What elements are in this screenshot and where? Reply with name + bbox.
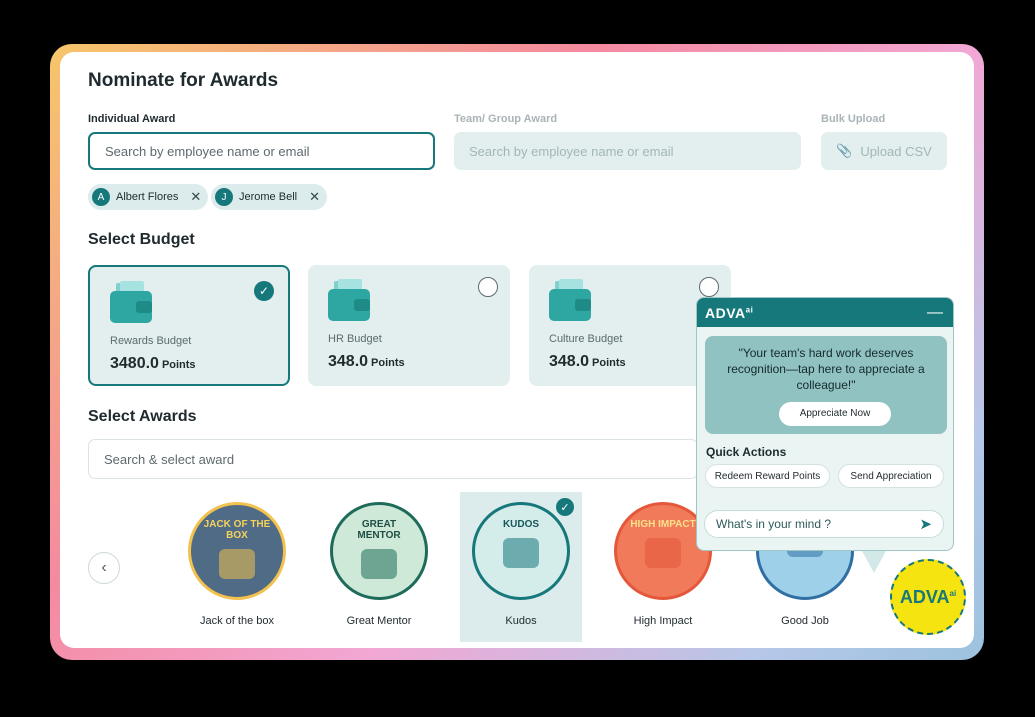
budget-radio[interactable] bbox=[699, 277, 719, 297]
redeem-reward-points-button[interactable]: Redeem Reward Points bbox=[705, 464, 830, 488]
award-name: Jack of the box bbox=[200, 615, 274, 627]
award-name: Great Mentor bbox=[346, 615, 412, 627]
selected-check-icon: ✓ bbox=[254, 281, 274, 301]
individual-award-label[interactable]: Individual Award bbox=[88, 113, 175, 125]
chevron-left-icon: ‹ bbox=[101, 559, 107, 576]
award-illustration-icon bbox=[503, 538, 539, 568]
assistant-message-text: "Your team's hard work deserves recognit… bbox=[727, 346, 925, 392]
upload-csv-label: Upload CSV bbox=[860, 143, 932, 159]
award-badge: JACK OF THE BOX bbox=[188, 502, 286, 600]
award-badge-text: HIGH IMPACT bbox=[630, 519, 696, 530]
selected-check-icon: ✓ bbox=[556, 498, 574, 516]
individual-search-input[interactable]: Search by employee name or email bbox=[88, 132, 435, 170]
budget-name: Rewards Budget bbox=[110, 335, 192, 347]
select-awards-heading: Select Awards bbox=[88, 408, 197, 425]
award-badge-text: JACK OF THE BOX bbox=[203, 519, 271, 541]
wallet-icon bbox=[549, 279, 591, 321]
award-card[interactable]: KUDOS ✓ Kudos bbox=[460, 492, 582, 642]
budget-value: 348.0 Points bbox=[328, 353, 405, 370]
paperclip-icon: 📎 bbox=[836, 143, 853, 158]
wallet-icon bbox=[110, 281, 152, 323]
chat-header: ADVAai — bbox=[697, 298, 953, 327]
award-name: Kudos bbox=[505, 615, 537, 627]
avatar: A bbox=[92, 188, 110, 206]
send-icon[interactable]: ➤ bbox=[919, 515, 932, 533]
minimize-icon[interactable]: — bbox=[927, 304, 943, 322]
send-appreciation-button[interactable]: Send Appreciation bbox=[838, 464, 944, 488]
select-budget-heading: Select Budget bbox=[88, 231, 195, 248]
assistant-fab-button[interactable]: ADVAai bbox=[890, 559, 966, 635]
appreciate-now-button[interactable]: Appreciate Now bbox=[779, 402, 891, 426]
assistant-chat-panel: ADVAai — "Your team's hard work deserves… bbox=[696, 297, 954, 551]
budget-name: Culture Budget bbox=[549, 333, 623, 345]
bulk-upload-label[interactable]: Bulk Upload bbox=[821, 113, 885, 125]
award-search-input[interactable]: Search & select award bbox=[88, 439, 698, 479]
employee-chip-name: Jerome Bell bbox=[239, 191, 298, 203]
remove-icon[interactable]: ✕ bbox=[190, 189, 201, 205]
avatar: J bbox=[215, 188, 233, 206]
budget-value: 348.0 Points bbox=[549, 353, 626, 370]
award-badge-text: GREAT MENTOR bbox=[357, 519, 401, 541]
assistant-fab-logo: ADVAai bbox=[899, 586, 957, 607]
assistant-message[interactable]: "Your team's hard work deserves recognit… bbox=[705, 336, 947, 434]
team-search-placeholder: Search by employee name or email bbox=[469, 143, 674, 159]
award-illustration-icon bbox=[645, 538, 681, 568]
budget-value: 3480.0 Points bbox=[110, 355, 196, 372]
upload-csv-button: 📎 Upload CSV bbox=[821, 132, 947, 170]
budget-card-hr[interactable]: HR Budget 348.0 Points bbox=[308, 265, 510, 386]
employee-chip: J Jerome Bell ✕ bbox=[211, 184, 327, 210]
award-badge-text: KUDOS bbox=[502, 519, 540, 530]
chat-tail bbox=[862, 551, 886, 573]
employee-chip-name: Albert Flores bbox=[116, 191, 179, 203]
assistant-logo: ADVAai bbox=[705, 304, 754, 321]
quick-actions-title: Quick Actions bbox=[706, 445, 787, 459]
budget-card-rewards[interactable]: ✓ Rewards Budget 3480.0 Points bbox=[88, 265, 290, 386]
page-title: Nominate for Awards bbox=[88, 70, 279, 91]
award-name: High Impact bbox=[633, 615, 693, 627]
carousel-prev-button[interactable]: ‹ bbox=[88, 552, 120, 584]
award-illustration-icon bbox=[361, 549, 397, 579]
wallet-icon bbox=[328, 279, 370, 321]
budget-name: HR Budget bbox=[328, 333, 382, 345]
award-illustration-icon bbox=[219, 549, 255, 579]
award-name: Good Job bbox=[781, 615, 829, 627]
chat-input[interactable]: What's in your mind ? ➤ bbox=[704, 510, 944, 538]
award-card[interactable]: GREAT MENTOR Great Mentor bbox=[318, 492, 440, 642]
employee-chip: A Albert Flores ✕ bbox=[88, 184, 209, 210]
individual-search-placeholder: Search by employee name or email bbox=[105, 143, 310, 159]
chat-input-placeholder: What's in your mind ? bbox=[716, 517, 832, 531]
award-search-placeholder: Search & select award bbox=[104, 451, 235, 467]
team-award-label[interactable]: Team/ Group Award bbox=[454, 113, 557, 125]
award-badge: KUDOS bbox=[472, 502, 570, 600]
remove-icon[interactable]: ✕ bbox=[309, 189, 320, 205]
award-card[interactable]: JACK OF THE BOX Jack of the box bbox=[176, 492, 298, 642]
team-search-input: Search by employee name or email bbox=[454, 132, 801, 170]
award-badge: GREAT MENTOR bbox=[330, 502, 428, 600]
budget-radio[interactable] bbox=[478, 277, 498, 297]
